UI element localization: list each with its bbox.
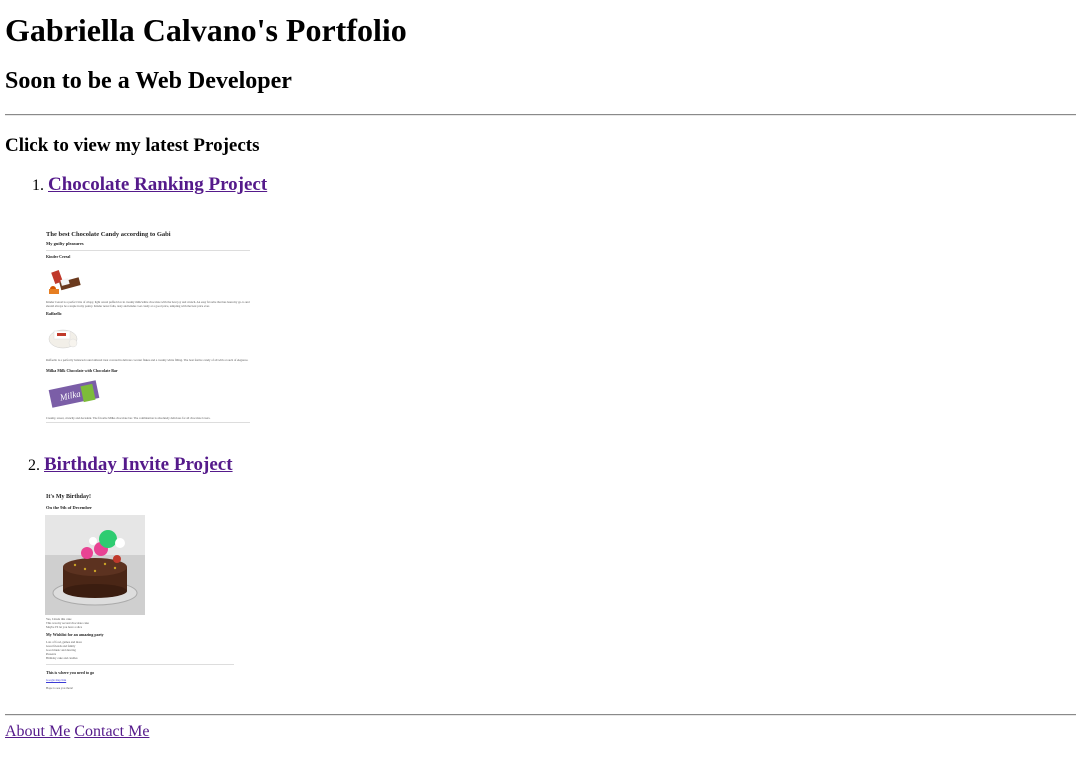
- thumb1-divider: [46, 422, 250, 423]
- page-subtitle: Soon to be a Web Developer: [5, 68, 292, 94]
- project-number: 1.: [32, 177, 44, 194]
- projects-list: 1. Chocolate Ranking Project: [5, 173, 1076, 198]
- thumb2-subtitle: On the 9th of December: [46, 505, 92, 510]
- birthday-cake-image: [45, 515, 145, 615]
- thumb2-map-link: Google map link: [46, 678, 67, 682]
- birthday-invite-link[interactable]: Birthday Invite Project: [44, 454, 233, 475]
- about-me-link[interactable]: About Me: [5, 723, 70, 740]
- thumb2-wishlist-item: Birthday cake and candles: [46, 656, 78, 660]
- kinder-cereal-image: [49, 269, 81, 294]
- birthday-project-thumbnail[interactable]: It's My Birthday! On the 9th of December…: [44, 490, 244, 700]
- chocolate-ranking-link[interactable]: Chocolate Ranking Project: [48, 174, 267, 195]
- thumb2-title: It's My Birthday!: [46, 494, 91, 500]
- thumb1-item-text: Creamy, sweet, crunchy and decadent. The…: [46, 416, 211, 420]
- chocolate-project-thumbnail[interactable]: The best Chocolate Candy according to Ga…: [44, 225, 252, 425]
- footer-nav: About Me Contact Me: [5, 723, 149, 741]
- projects-heading: Click to view my latest Projects: [5, 135, 260, 156]
- page: Gabriella Calvano's Portfolio Soon to be…: [0, 12, 1076, 198]
- thumb1-title: The best Chocolate Candy according to Ga…: [46, 231, 171, 238]
- thumb2-wishlist-heading: My Wishlist for an amazing party: [46, 632, 104, 637]
- project-item-birthday: 2. Birthday Invite Project: [28, 453, 233, 478]
- thumb1-item-text: Raffaello is a perfectly balanced round …: [46, 358, 249, 362]
- thumb2-divider: [46, 664, 234, 665]
- thumb2-address-heading: This is where you need to go: [46, 670, 95, 675]
- thumb1-item-name: Kinder Cereal: [46, 254, 71, 259]
- thumb1-item-name: Milka Milk Chocolate with Chocolate Bar: [46, 368, 118, 373]
- thumb1-item-text: Kinder Cereal is a perfect bite of crisp…: [46, 300, 250, 308]
- thumb2-closing: Hope to see you there!: [46, 686, 74, 690]
- thumb2-bullet: Maybe I'll let you have a slice: [46, 625, 83, 629]
- page-title: Gabriella Calvano's Portfolio: [5, 12, 407, 48]
- contact-me-link[interactable]: Contact Me: [74, 723, 149, 740]
- thumb1-divider: [46, 250, 250, 251]
- divider-top: [5, 114, 1076, 116]
- divider-bottom: [5, 714, 1076, 716]
- milka-image: Milka: [48, 380, 100, 408]
- raffaello-image: [48, 329, 78, 349]
- thumb1-subtitle: My guilty pleasures: [46, 241, 84, 246]
- thumb1-item-name: Raffaello: [46, 311, 62, 316]
- project-number: 2.: [28, 457, 40, 474]
- project-item-chocolate: 1. Chocolate Ranking Project: [32, 173, 1076, 198]
